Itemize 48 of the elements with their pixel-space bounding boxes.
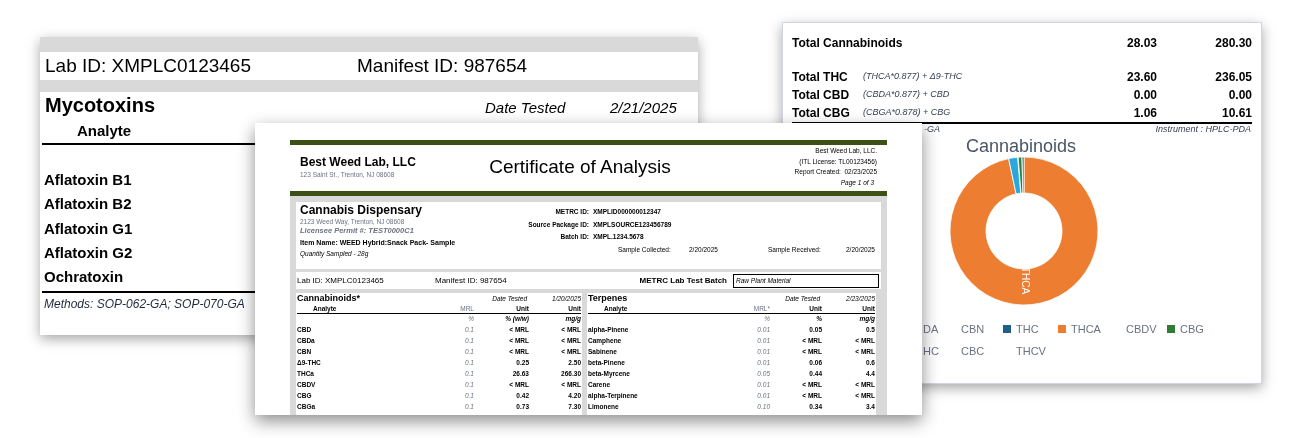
column-header: Analyte bbox=[76, 121, 132, 142]
lab-id: Lab ID: XMPLC0123465 bbox=[297, 274, 385, 287]
methods-note: Methods: SOP-062-GA; SOP-070-GA bbox=[44, 296, 245, 314]
panel-title: Terpenes bbox=[588, 293, 629, 304]
date-tested-label: Date Tested bbox=[485, 97, 567, 118]
legend-label: CBN bbox=[960, 321, 985, 337]
total-value: 10.61 bbox=[1220, 105, 1252, 122]
legend-label: CBG bbox=[1180, 321, 1204, 337]
analyte-name: Aflatoxin G1 bbox=[43, 218, 133, 239]
lab-name: Best Weed Lab, LLC bbox=[300, 155, 416, 169]
lab-id: Lab ID: XMPLC0123465 bbox=[44, 53, 252, 78]
batch-label: METRC Lab Test Batch bbox=[638, 274, 727, 287]
formula: (THCA*0.877) + Δ9-THC bbox=[863, 70, 964, 84]
total-value: 236.05 bbox=[1214, 69, 1252, 86]
date-tested: 2/21/2025 bbox=[610, 97, 677, 118]
total-value: 1.06 bbox=[1132, 105, 1157, 122]
total-label: Total THC bbox=[792, 69, 849, 86]
total-value: 280.30 bbox=[1214, 35, 1252, 52]
analyte-name: Aflatoxin B2 bbox=[43, 194, 132, 215]
legend-label: THCV bbox=[1015, 343, 1046, 359]
legend-label: CBC bbox=[960, 343, 985, 359]
total-label: Total Cannabinoids bbox=[792, 35, 904, 52]
analyte-name: Aflatoxin B1 bbox=[43, 170, 132, 190]
total-value: 28.03 bbox=[1125, 35, 1157, 52]
formula: (CBGA*0.878) + CBG bbox=[863, 106, 952, 120]
document-title: Certificate of Analysis bbox=[488, 155, 672, 179]
legend-label: HC bbox=[922, 343, 939, 359]
manifest-id: Manifest ID: 987654 bbox=[435, 274, 508, 287]
legend-label: CBDV bbox=[1125, 321, 1157, 337]
analyte-name: Ochratoxin bbox=[43, 267, 124, 288]
legend-label: THCA bbox=[1071, 321, 1101, 337]
legend-label: DA bbox=[922, 321, 939, 337]
section-title: Mycotoxins bbox=[44, 93, 157, 118]
legend-label: THC bbox=[1016, 321, 1039, 337]
instrument-label: Instrument : HPLC-PDA bbox=[1155, 123, 1251, 137]
analyte-name: Aflatoxin G2 bbox=[43, 242, 133, 263]
formula: (CBDA*0.877) + CBD bbox=[863, 88, 951, 102]
total-value: 23.60 bbox=[1125, 69, 1157, 86]
total-value: 0.00 bbox=[1132, 87, 1157, 104]
manifest-id: Manifest ID: 987654 bbox=[357, 53, 528, 78]
total-label: Total CBG bbox=[792, 105, 851, 122]
slice-label: THCA bbox=[1019, 267, 1032, 295]
total-label: Total CBD bbox=[792, 87, 851, 104]
client-name: Cannabis Dispensary bbox=[300, 203, 423, 217]
panel-title: Cannabinoids* bbox=[297, 293, 361, 304]
total-value: 0.00 bbox=[1227, 87, 1252, 104]
chart-title: Cannabinoids bbox=[966, 136, 1077, 156]
method-code: -GA bbox=[924, 123, 940, 137]
